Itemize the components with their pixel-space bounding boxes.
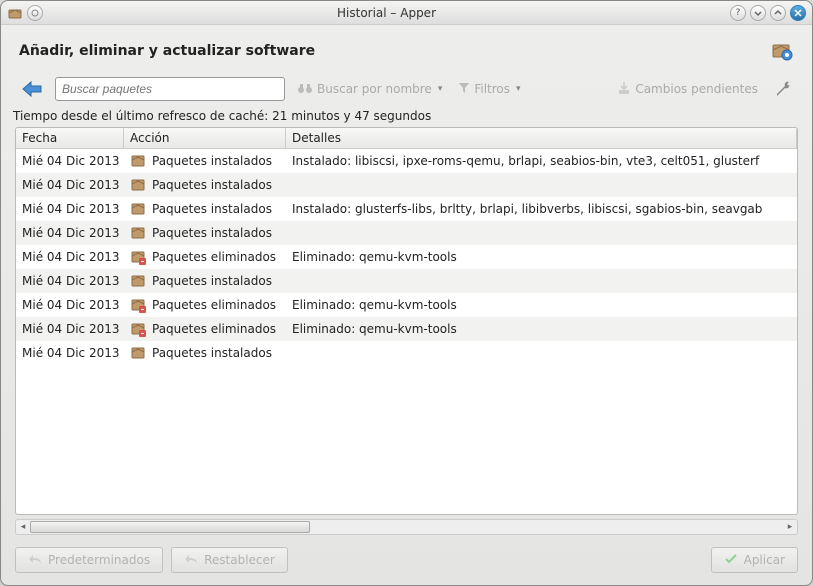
table-row[interactable]: Mié 04 Dic 2013 Paquetes eliminados Elimin… <box>16 293 797 317</box>
toolbar: Buscar por nombre ▾ Filtros ▾ Cambios pe… <box>1 73 812 107</box>
download-icon <box>617 81 631 98</box>
chevron-down-icon: ▾ <box>516 84 521 94</box>
maximize-button[interactable] <box>770 5 786 21</box>
apply-icon <box>724 553 738 568</box>
package-remove-icon <box>130 296 148 314</box>
scroll-thumb[interactable] <box>30 521 310 533</box>
action-label: Paquetes eliminados <box>152 250 276 264</box>
table-row[interactable]: Mié 04 Dic 2013 Paquetes eliminados Elimin… <box>16 317 797 341</box>
back-button[interactable] <box>19 78 47 100</box>
cell-date: Mié 04 Dic 2013 <box>16 250 124 264</box>
cell-date: Mié 04 Dic 2013 <box>16 346 124 360</box>
funnel-icon <box>458 82 470 97</box>
apply-label: Aplicar <box>744 553 785 567</box>
cell-details: Instalado: libiscsi, ipxe-roms-qemu, brl… <box>286 154 797 168</box>
filters-dropdown[interactable]: Filtros ▾ <box>454 80 524 99</box>
history-table: Fecha Acción Detalles Mié 04 Dic 2013 Paq… <box>15 127 798 515</box>
menu-button[interactable] <box>27 5 43 21</box>
defaults-label: Predeterminados <box>48 553 150 567</box>
action-label: Paquetes instalados <box>152 274 272 288</box>
table-row[interactable]: Mié 04 Dic 2013 Paquetes instalados Instal… <box>16 197 797 221</box>
cell-action: Paquetes instalados <box>124 176 286 194</box>
scroll-right-button[interactable]: ▸ <box>783 520 797 534</box>
package-install-icon <box>130 152 148 170</box>
search-input[interactable] <box>55 77 285 101</box>
action-label: Paquetes instalados <box>152 154 272 168</box>
column-action[interactable]: Acción <box>124 128 286 148</box>
search-by-name-label: Buscar por nombre <box>317 82 432 96</box>
table-row[interactable]: Mié 04 Dic 2013 Paquetes instalados <box>16 221 797 245</box>
cell-details: Eliminado: qemu-kvm-tools <box>286 322 797 336</box>
undo-icon <box>28 553 42 568</box>
cell-details: Instalado: glusterfs-libs, brltty, brlap… <box>286 202 797 216</box>
cell-details: Eliminado: qemu-kvm-tools <box>286 250 797 264</box>
titlebar[interactable]: Historial – Apper ? <box>1 1 812 25</box>
cell-action: Paquetes instalados <box>124 224 286 242</box>
action-label: Paquetes instalados <box>152 202 272 216</box>
table-body[interactable]: Mié 04 Dic 2013 Paquetes instalados Instal… <box>16 149 797 514</box>
reset-label: Restablecer <box>204 553 275 567</box>
history-icon[interactable] <box>770 39 794 63</box>
app-window: Historial – Apper ? Añadir, eliminar y a… <box>0 0 813 586</box>
package-install-icon <box>130 344 148 362</box>
pending-changes-label: Cambios pendientes <box>635 82 758 96</box>
header: Añadir, eliminar y actualizar software <box>1 25 812 73</box>
package-remove-icon <box>130 248 148 266</box>
binoculars-icon <box>297 82 313 97</box>
search-by-name-dropdown[interactable]: Buscar por nombre ▾ <box>293 80 446 99</box>
cell-date: Mié 04 Dic 2013 <box>16 322 124 336</box>
close-button[interactable] <box>790 5 806 21</box>
minimize-button[interactable] <box>750 5 766 21</box>
window-title: Historial – Apper <box>43 6 730 20</box>
column-date[interactable]: Fecha <box>16 128 124 148</box>
cell-action: Paquetes eliminados <box>124 296 286 314</box>
settings-button[interactable] <box>774 79 794 99</box>
package-remove-icon <box>130 320 148 338</box>
table-header: Fecha Acción Detalles <box>16 128 797 149</box>
scroll-left-button[interactable]: ◂ <box>16 520 30 534</box>
package-install-icon <box>130 224 148 242</box>
pending-changes-button[interactable]: Cambios pendientes <box>613 79 762 100</box>
cell-action: Paquetes instalados <box>124 272 286 290</box>
action-label: Paquetes instalados <box>152 226 272 240</box>
cell-date: Mié 04 Dic 2013 <box>16 274 124 288</box>
table-row[interactable]: Mié 04 Dic 2013 Paquetes instalados <box>16 173 797 197</box>
cell-action: Paquetes instalados <box>124 344 286 362</box>
cell-action: Paquetes eliminados <box>124 320 286 338</box>
horizontal-scrollbar[interactable]: ◂ ▸ <box>15 519 798 535</box>
cell-date: Mié 04 Dic 2013 <box>16 298 124 312</box>
cell-details: Eliminado: qemu-kvm-tools <box>286 298 797 312</box>
action-label: Paquetes eliminados <box>152 322 276 336</box>
cache-status: Tiempo desde el último refresco de caché… <box>1 107 812 127</box>
cell-action: Paquetes eliminados <box>124 248 286 266</box>
table-row[interactable]: Mié 04 Dic 2013 Paquetes instalados <box>16 269 797 293</box>
app-icon <box>7 5 23 21</box>
undo-icon <box>184 553 198 568</box>
action-label: Paquetes instalados <box>152 346 272 360</box>
cell-action: Paquetes instalados <box>124 200 286 218</box>
defaults-button[interactable]: Predeterminados <box>15 547 163 573</box>
package-install-icon <box>130 176 148 194</box>
action-label: Paquetes instalados <box>152 178 272 192</box>
page-title: Añadir, eliminar y actualizar software <box>19 43 315 59</box>
chevron-down-icon: ▾ <box>438 84 443 94</box>
scroll-track[interactable] <box>30 520 783 534</box>
cell-date: Mié 04 Dic 2013 <box>16 154 124 168</box>
table-row[interactable]: Mié 04 Dic 2013 Paquetes eliminados Elimin… <box>16 245 797 269</box>
package-install-icon <box>130 272 148 290</box>
table-row[interactable]: Mié 04 Dic 2013 Paquetes instalados Instal… <box>16 149 797 173</box>
cell-action: Paquetes instalados <box>124 152 286 170</box>
package-install-icon <box>130 200 148 218</box>
apply-button[interactable]: Aplicar <box>711 547 798 573</box>
action-label: Paquetes eliminados <box>152 298 276 312</box>
filters-label: Filtros <box>474 82 510 96</box>
cell-date: Mié 04 Dic 2013 <box>16 202 124 216</box>
cell-date: Mié 04 Dic 2013 <box>16 178 124 192</box>
help-button[interactable]: ? <box>730 5 746 21</box>
cell-date: Mié 04 Dic 2013 <box>16 226 124 240</box>
footer: Predeterminados Restablecer Aplicar <box>1 541 812 585</box>
table-row[interactable]: Mié 04 Dic 2013 Paquetes instalados <box>16 341 797 365</box>
column-details[interactable]: Detalles <box>286 128 797 148</box>
reset-button[interactable]: Restablecer <box>171 547 288 573</box>
